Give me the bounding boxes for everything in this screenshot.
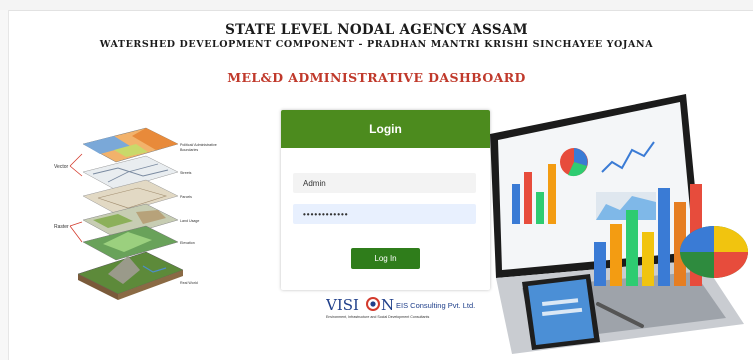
username-input[interactable] (293, 173, 476, 193)
window-left-strip (0, 10, 9, 360)
logo-tagline: Environment, Infrastructure and Social D… (326, 315, 429, 319)
gis-layer-elevation (82, 225, 179, 261)
logo-company: EIS Consulting Pvt. Ltd. (396, 301, 475, 310)
svg-text:Political/ Administrative: Political/ Administrative (180, 143, 217, 147)
login-button[interactable]: Log In (351, 248, 420, 269)
svg-text:Boundaries: Boundaries (180, 148, 198, 152)
svg-text:Elevation: Elevation (180, 241, 195, 245)
login-card: Login Log In (281, 110, 490, 290)
svg-text:Parcels: Parcels (180, 195, 192, 199)
password-input[interactable] (293, 204, 476, 224)
gis-side-labels: Vector Raster (54, 153, 83, 243)
gis-layer-real-world (77, 251, 184, 300)
gis-layer-labels: Political/ Administrative Boundaries Str… (180, 143, 217, 285)
logo-o-mark (366, 297, 380, 311)
logo-wordmark-part2: N (381, 296, 394, 314)
org-title: STATE LEVEL NODAL AGENCY ASSAM (225, 22, 528, 38)
page-header: STATE LEVEL NODAL AGENCY ASSAM WATERSHED… (0, 22, 753, 51)
svg-text:Streets: Streets (180, 171, 192, 175)
vision-eis-logo: VISI N EIS Consulting Pvt. Ltd. Environm… (326, 296, 475, 319)
login-header: Login (281, 110, 490, 148)
svg-text:Land Usage: Land Usage (180, 219, 199, 223)
gis-layers-illustration: Vector Raster Political/ Administrative … (54, 127, 217, 300)
svg-text:Real World: Real World (180, 281, 198, 285)
svg-text:Raster: Raster (54, 224, 69, 230)
window-top-strip (0, 0, 753, 11)
logo-wordmark-part1: VISI (326, 296, 359, 314)
dashboard-title: MEL&D ADMINISTRATIVE DASHBOARD (227, 70, 526, 85)
gis-layer-boundaries (82, 127, 179, 163)
smartphone (522, 274, 600, 350)
3d-pie-chart (680, 226, 748, 278)
svg-text:Vector: Vector (54, 164, 69, 170)
program-subtitle: WATERSHED DEVELOPMENT COMPONENT - PRADHA… (99, 39, 654, 50)
login-heading: Login (369, 122, 402, 136)
laptop-dashboard-illustration (490, 94, 748, 354)
